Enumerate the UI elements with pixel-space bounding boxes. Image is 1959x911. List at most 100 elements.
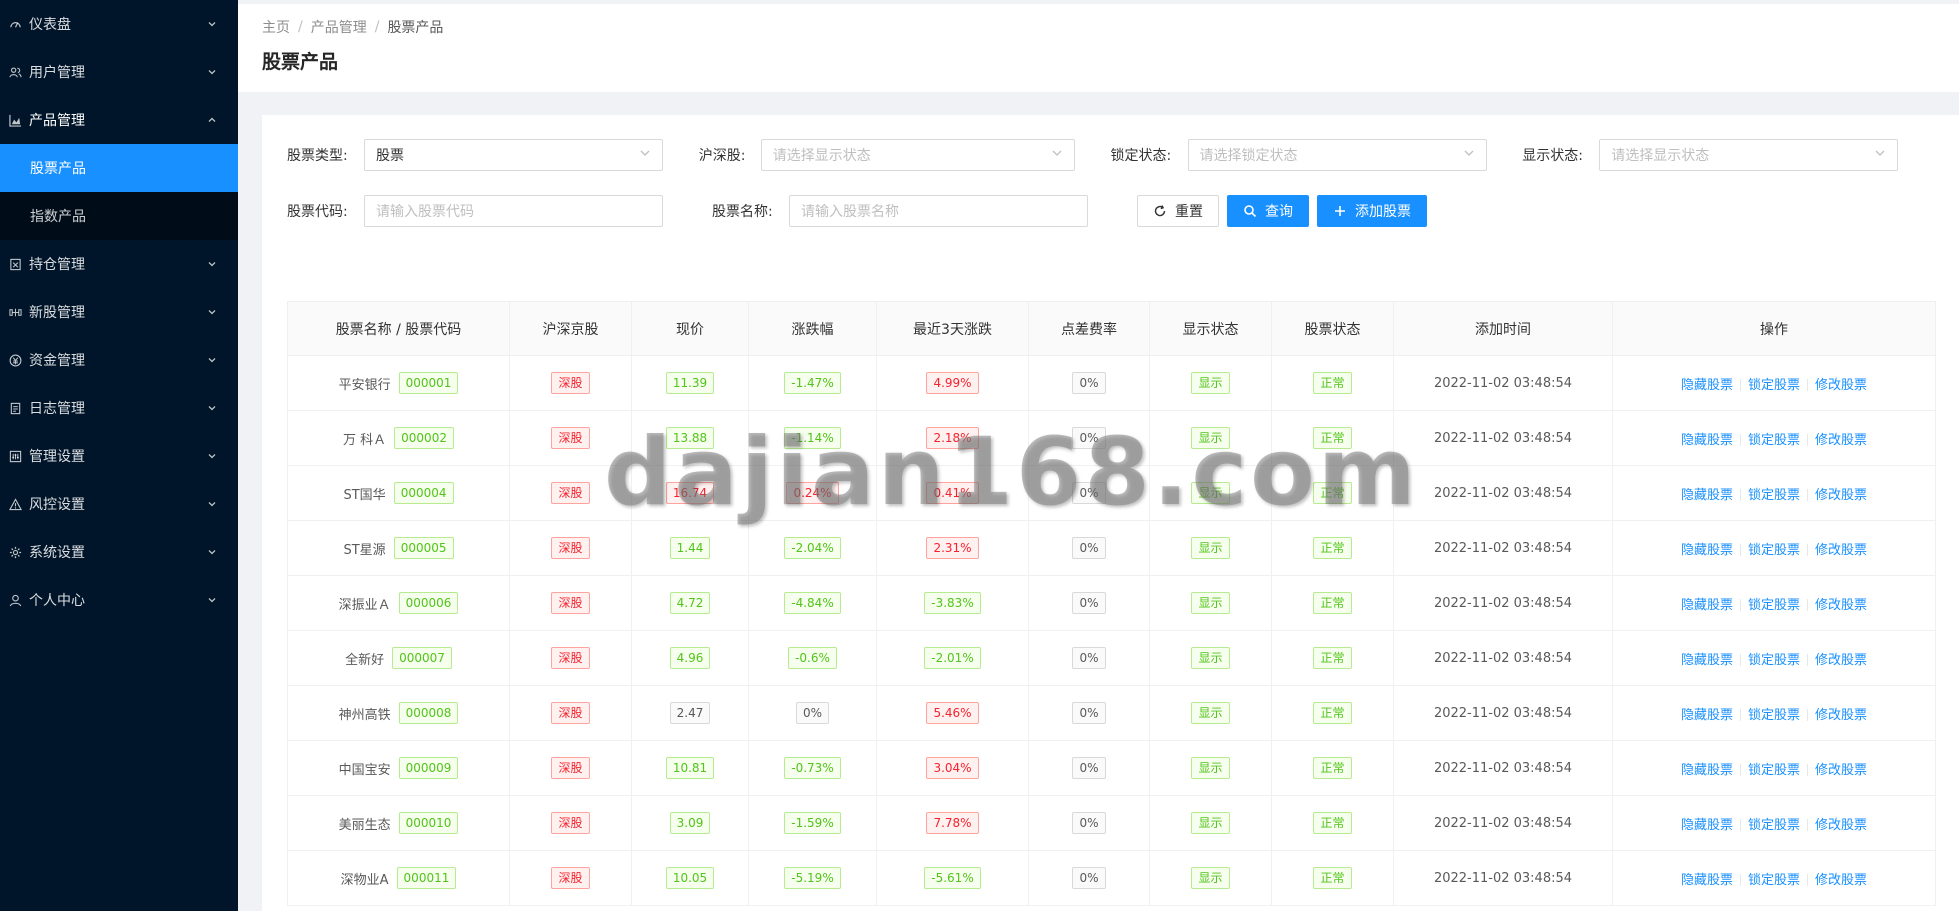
edit-stock-link[interactable]: 修改股票	[1815, 653, 1867, 668]
chevron-down-icon	[1051, 147, 1063, 163]
show-status-label: 显示状态:	[1522, 148, 1583, 164]
stock-type-select[interactable]: 股票	[364, 139, 663, 171]
price-cell: 3.09	[631, 795, 749, 851]
table-row: 平安银行 000001 深股 11.39 -1.47% 4.99% 0% 显示 正常 2022-1…	[287, 355, 1936, 411]
lock-status-placeholder: 请选择锁定状态	[1199, 148, 1298, 164]
hide-stock-link[interactable]: 隐藏股票	[1681, 598, 1733, 613]
spread-cell: 0%	[1028, 630, 1150, 686]
lock-stock-link[interactable]: 锁定股票	[1748, 873, 1800, 888]
actions-cell: 隐藏股票 锁定股票 修改股票	[1612, 850, 1936, 906]
lock-stock-link[interactable]: 锁定股票	[1748, 543, 1800, 558]
hide-stock-link[interactable]: 隐藏股票	[1681, 708, 1733, 723]
market-cell: 深股	[509, 685, 632, 741]
market-cell: 深股	[509, 795, 632, 851]
name-code-group: 平安银行 000001	[339, 372, 459, 394]
lock-stock-link[interactable]: 锁定股票	[1748, 378, 1800, 393]
stock-type-label: 股票类型:	[287, 148, 348, 164]
sidebar-item-1[interactable]: 用户管理	[0, 48, 238, 96]
lock-stock-link[interactable]: 锁定股票	[1748, 708, 1800, 723]
spread-tag: 0%	[1072, 592, 1106, 614]
chevron-down-icon	[206, 450, 218, 462]
code-label: 股票代码:	[287, 204, 348, 220]
column-header: 点差费率	[1028, 301, 1150, 356]
stock-name: 万 科Ａ	[343, 432, 387, 448]
lock-status-select[interactable]: 请选择锁定状态	[1187, 139, 1487, 171]
lock-stock-link[interactable]: 锁定股票	[1748, 653, 1800, 668]
sidebar-item-3[interactable]: 持仓管理	[0, 240, 238, 288]
edit-stock-link[interactable]: 修改股票	[1815, 598, 1867, 613]
sidebar-item-5[interactable]: 资金管理	[0, 336, 238, 384]
hide-stock-link[interactable]: 隐藏股票	[1681, 433, 1733, 448]
hide-stock-link[interactable]: 隐藏股票	[1681, 378, 1733, 393]
stock-status-cell: 正常	[1271, 740, 1394, 796]
spread-cell: 0%	[1028, 355, 1150, 411]
add-stock-button[interactable]: 添加股票	[1317, 195, 1427, 227]
sidebar-item-4[interactable]: 新股管理	[0, 288, 238, 336]
stock-table-wrapper: 股票名称 / 股票代码 沪深京股 现价 涨跌幅 最近3天涨跌 点差费率 显示状态 股票状态 添加…	[287, 301, 1936, 906]
sidebar-item-0[interactable]: 仪表盘	[0, 0, 238, 48]
action-divider	[1807, 819, 1808, 831]
sidebar-item-label: 新股管理	[29, 305, 85, 321]
hide-stock-link[interactable]: 隐藏股票	[1681, 763, 1733, 778]
lock-stock-link[interactable]: 锁定股票	[1748, 433, 1800, 448]
change3-tag: -5.61%	[924, 867, 981, 889]
hide-stock-link[interactable]: 隐藏股票	[1681, 873, 1733, 888]
name-code-group: ST国华 000004	[343, 482, 454, 504]
action-divider	[1739, 544, 1741, 556]
lock-stock-link[interactable]: 锁定股票	[1748, 818, 1800, 833]
name-placeholder: 请输入股票名称	[801, 204, 899, 220]
change-cell: -0.73%	[748, 740, 877, 796]
market-cell: 深股	[509, 520, 632, 576]
name-input[interactable]: 请输入股票名称	[789, 195, 1088, 227]
hide-stock-link[interactable]: 隐藏股票	[1681, 543, 1733, 558]
lock-stock-link[interactable]: 锁定股票	[1748, 598, 1800, 613]
action-divider	[1807, 434, 1808, 446]
name-code-cell: 深振业Ａ 000006	[287, 575, 510, 631]
edit-stock-link[interactable]: 修改股票	[1815, 543, 1867, 558]
query-button[interactable]: 查询	[1227, 195, 1309, 227]
submenu-item-1[interactable]: 指数产品	[0, 192, 238, 240]
hide-stock-link[interactable]: 隐藏股票	[1681, 653, 1733, 668]
show-status-select[interactable]: 请选择显示状态	[1599, 139, 1899, 171]
change-tag: 0%	[795, 702, 830, 724]
edit-stock-link[interactable]: 修改股票	[1815, 873, 1867, 888]
code-input[interactable]: 请输入股票代码	[364, 195, 663, 227]
edit-stock-link[interactable]: 修改股票	[1815, 818, 1867, 833]
stock-name: 中国宝安	[338, 762, 391, 778]
stock-name: 美丽生态	[338, 817, 391, 833]
edit-stock-link[interactable]: 修改股票	[1815, 378, 1867, 393]
edit-stock-link[interactable]: 修改股票	[1815, 763, 1867, 778]
hide-stock-link[interactable]: 隐藏股票	[1681, 488, 1733, 503]
stock-status-tag: 正常	[1313, 647, 1352, 669]
table-row: 全新好 000007 深股 4.96 -0.6% -2.01% 0% 显示 正常 2022-11-…	[287, 630, 1936, 686]
action-divider	[1807, 874, 1808, 886]
sidebar-item-8[interactable]: 风控设置	[0, 480, 238, 528]
edit-stock-link[interactable]: 修改股票	[1815, 708, 1867, 723]
name-code-group: 深物业A 000011	[341, 867, 457, 889]
change-tag: -0.6%	[788, 647, 837, 669]
breadcrumb-home[interactable]: 主页	[262, 17, 290, 37]
added-time: 2022-11-02 03:48:54	[1393, 850, 1613, 906]
breadcrumb-product-mgmt[interactable]: 产品管理	[311, 17, 367, 37]
lock-stock-link[interactable]: 锁定股票	[1748, 488, 1800, 503]
table-header-row: 股票名称 / 股票代码 沪深京股 现价 涨跌幅 最近3天涨跌 点差费率 显示状态 股票状态 添加…	[287, 301, 1936, 356]
market-select[interactable]: 请选择显示状态	[760, 139, 1075, 171]
reset-button[interactable]: 重置	[1137, 195, 1219, 227]
sidebar-item-10[interactable]: 个人中心	[0, 576, 238, 624]
lock-stock-link[interactable]: 锁定股票	[1748, 763, 1800, 778]
hide-stock-link[interactable]: 隐藏股票	[1681, 818, 1733, 833]
actions-cell: 隐藏股票 锁定股票 修改股票	[1612, 740, 1936, 796]
sidebar-item-9[interactable]: 系统设置	[0, 528, 238, 576]
change3-cell: -5.61%	[876, 850, 1029, 906]
submenu-item-0[interactable]: 股票产品	[0, 144, 238, 192]
price-tag: 2.47	[669, 702, 711, 724]
filter-row-2: 股票代码: 请输入股票代码 股票名称: 请输入股票名称 重置 查询 添加股票	[287, 195, 1934, 227]
edit-stock-link[interactable]: 修改股票	[1815, 488, 1867, 503]
change-cell: -2.04%	[748, 520, 877, 576]
sidebar-item-6[interactable]: 日志管理	[0, 384, 238, 432]
sidebar-item-2[interactable]: 产品管理	[0, 96, 238, 144]
show-status-tag: 显示	[1191, 372, 1230, 394]
market-cell: 深股	[509, 850, 632, 906]
sidebar-item-7[interactable]: 管理设置	[0, 432, 238, 480]
edit-stock-link[interactable]: 修改股票	[1815, 433, 1867, 448]
